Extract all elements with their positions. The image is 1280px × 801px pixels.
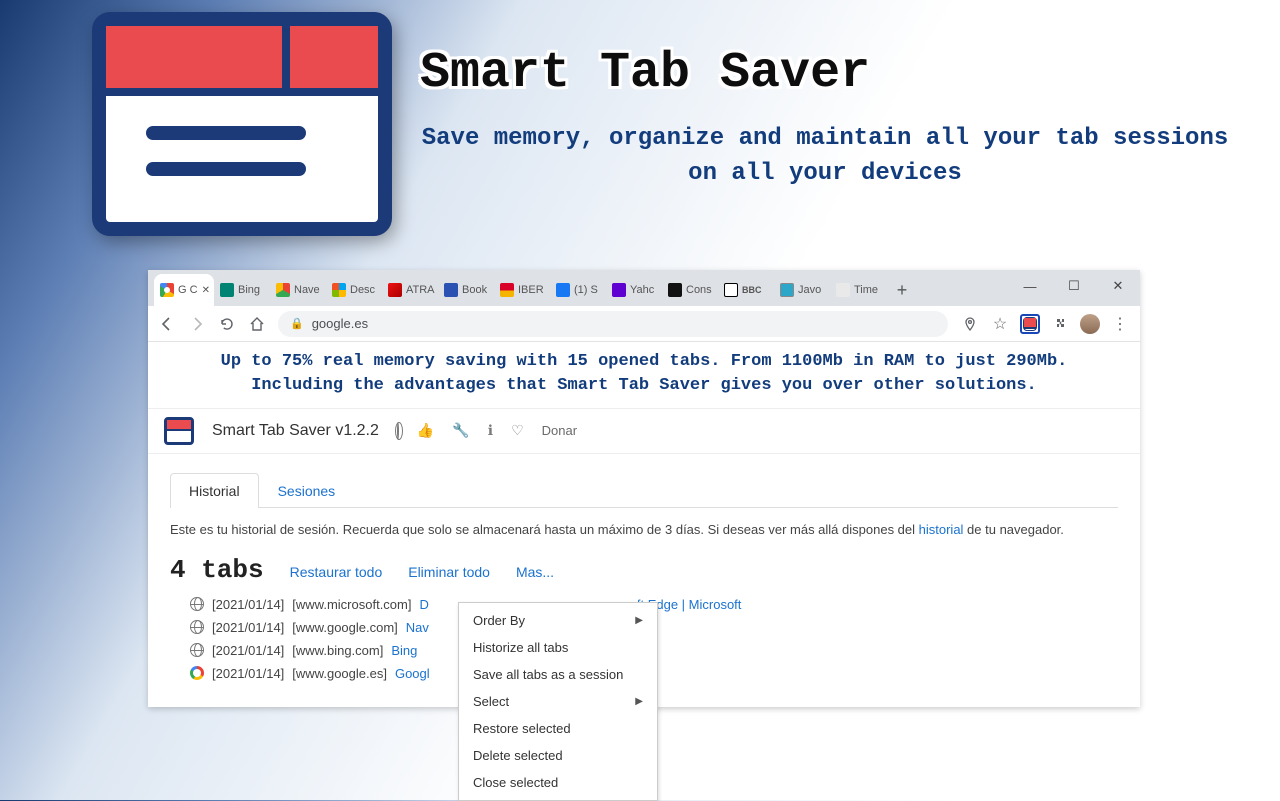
menu-orderby[interactable]: Order By▶	[459, 607, 657, 634]
tab-label: Desc	[350, 284, 375, 296]
address-bar: 🔒 google.es ☆ ⋮	[148, 306, 1140, 342]
popup-title: Smart Tab Saver v1.2.2	[212, 422, 379, 440]
history-page-link[interactable]: D	[419, 597, 428, 612]
url-input[interactable]: 🔒 google.es	[278, 311, 948, 337]
menu-delete-selected[interactable]: Delete selected	[459, 742, 657, 769]
location-pin-icon[interactable]	[960, 314, 980, 334]
tab-label: Javo	[798, 284, 821, 296]
browser-tab[interactable]: IBER	[494, 274, 550, 306]
app-logo	[92, 12, 392, 236]
submenu-arrow-icon: ▶	[635, 696, 643, 707]
browser-tab[interactable]: Time	[830, 274, 886, 306]
thumbs-up-icon[interactable]: 👍	[417, 422, 434, 439]
tab-sesiones[interactable]: Sesiones	[259, 473, 355, 508]
history-page-link[interactable]: Bing	[391, 643, 417, 658]
site-icon	[190, 620, 204, 634]
browser-tabstrip: G C ✕ Bing Nave Desc ATRA Book IBER (1) S…	[148, 270, 1140, 306]
tab-label: Bing	[238, 284, 260, 296]
popup-header: Smart Tab Saver v1.2.2 👍 🔧 ℹ ♡ Donar	[148, 408, 1140, 454]
tab-label: G C	[178, 284, 198, 296]
tab-label: Yahc	[630, 284, 654, 296]
globe-icon[interactable]	[397, 423, 399, 439]
home-icon[interactable]	[248, 315, 266, 333]
history-page-link[interactable]: Googl	[395, 666, 430, 681]
content-tabs: Historial Sesiones	[170, 472, 1118, 508]
browser-tab[interactable]: Yahc	[606, 274, 662, 306]
tab-label: BBC	[742, 285, 762, 295]
browser-tab[interactable]: Bing	[214, 274, 270, 306]
site-icon	[190, 597, 204, 611]
more-link[interactable]: Mas...	[516, 564, 554, 580]
smarttabsaver-extension-icon[interactable]	[1020, 314, 1040, 334]
memory-saving-text: Up to 75% real memory saving with 15 ope…	[148, 342, 1140, 408]
bookmark-star-icon[interactable]: ☆	[990, 314, 1010, 334]
new-tab-button[interactable]: +	[890, 278, 914, 302]
window-close-button[interactable]: ✕	[1096, 270, 1140, 302]
menu-save-session[interactable]: Save all tabs as a session	[459, 661, 657, 688]
more-context-menu: Order By▶ Historize all tabs Save all ta…	[458, 602, 658, 801]
lock-icon: 🔒	[290, 317, 304, 330]
heart-icon[interactable]: ♡	[511, 422, 524, 439]
google-favicon	[190, 666, 204, 680]
tab-label: (1) S	[574, 284, 598, 296]
tab-label: Cons	[686, 284, 712, 296]
tab-historial[interactable]: Historial	[170, 473, 259, 508]
tools-icon[interactable]: 🔧	[452, 422, 469, 439]
menu-close-selected[interactable]: Close selected	[459, 769, 657, 796]
menu-historize-all[interactable]: Historize all tabs	[459, 634, 657, 661]
browser-tab[interactable]: (1) S	[550, 274, 606, 306]
back-icon[interactable]	[158, 315, 176, 333]
hero-title: Smart Tab Saver	[420, 45, 1280, 102]
history-page-link[interactable]: Nav	[406, 620, 429, 635]
browser-tab[interactable]: Desc	[326, 274, 382, 306]
url-text: google.es	[312, 316, 368, 331]
browser-tab[interactable]: Javo	[774, 274, 830, 306]
browser-tab[interactable]: ATRA	[382, 274, 438, 306]
extensions-puzzle-icon[interactable]	[1050, 314, 1070, 334]
tab-counter: 4 tabs	[170, 555, 264, 585]
profile-avatar[interactable]	[1080, 314, 1100, 334]
menu-restore-selected[interactable]: Restore selected	[459, 715, 657, 742]
browser-window: G C ✕ Bing Nave Desc ATRA Book IBER (1) S…	[148, 270, 1140, 707]
forward-icon[interactable]	[188, 315, 206, 333]
submenu-arrow-icon: ▶	[635, 615, 643, 626]
tab-label: Book	[462, 284, 487, 296]
menu-select[interactable]: Select▶	[459, 688, 657, 715]
tab-label: Time	[854, 284, 878, 296]
donate-link[interactable]: Donar	[542, 423, 577, 438]
tab-label: IBER	[518, 284, 544, 296]
site-icon	[190, 643, 204, 657]
restore-all-link[interactable]: Restaurar todo	[290, 564, 383, 580]
hero-subtitle: Save memory, organize and maintain all y…	[420, 122, 1230, 192]
history-link[interactable]: historial	[919, 522, 964, 537]
history-description: Este es tu historial de sesión. Recuerda…	[170, 522, 1118, 537]
delete-all-link[interactable]: Eliminar todo	[408, 564, 490, 580]
browser-tab[interactable]: BBC	[718, 274, 774, 306]
tab-label: ATRA	[406, 284, 435, 296]
window-minimize-button[interactable]: —	[1008, 270, 1052, 302]
info-icon[interactable]: ℹ	[488, 422, 493, 439]
browser-tab[interactable]: Cons	[662, 274, 718, 306]
browser-tab[interactable]: G C ✕	[154, 274, 214, 306]
close-tab-icon[interactable]: ✕	[202, 285, 210, 296]
window-maximize-button[interactable]: ☐	[1052, 270, 1096, 302]
reload-icon[interactable]	[218, 315, 236, 333]
tab-label: Nave	[294, 284, 320, 296]
chrome-menu-icon[interactable]: ⋮	[1110, 314, 1130, 334]
browser-tab[interactable]: Nave	[270, 274, 326, 306]
browser-tab[interactable]: Book	[438, 274, 494, 306]
popup-logo-icon	[164, 417, 194, 445]
